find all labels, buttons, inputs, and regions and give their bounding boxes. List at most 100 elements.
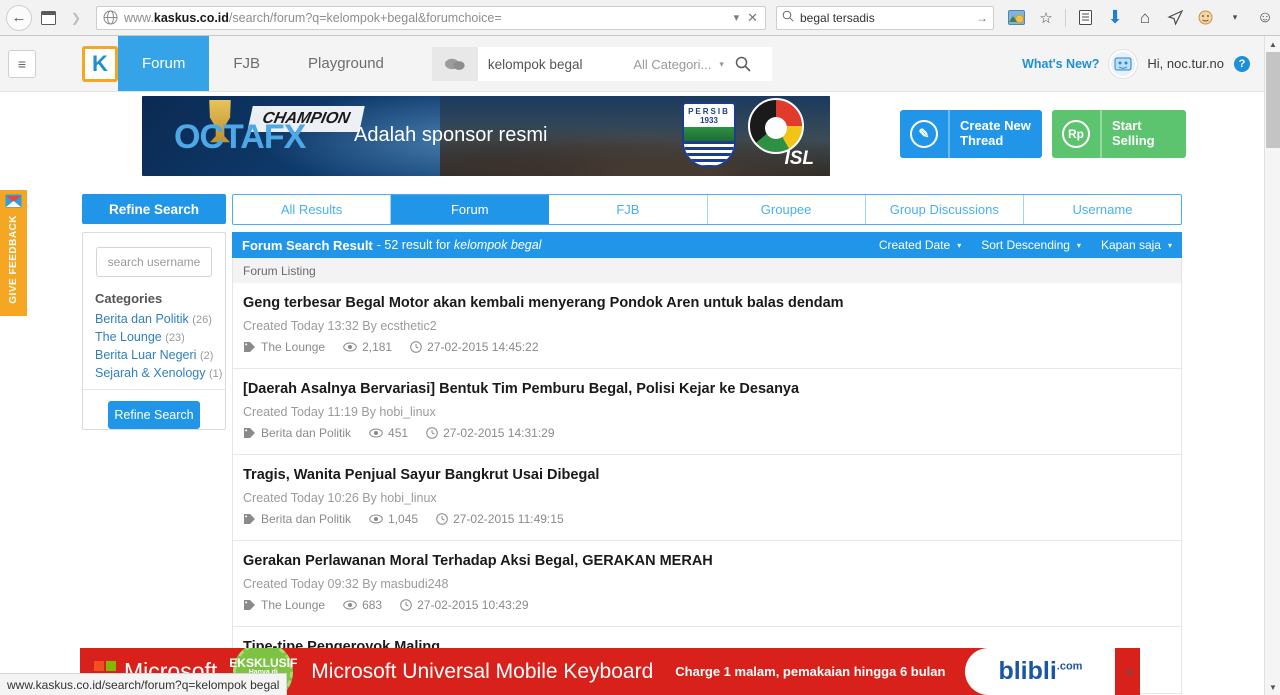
- star-icon[interactable]: ☆: [1032, 4, 1060, 32]
- category-count: (2): [199, 350, 214, 362]
- nav-tab-playground[interactable]: Playground: [284, 36, 408, 91]
- site-search-field[interactable]: kelompok begal All Categori... ▾: [477, 47, 772, 81]
- give-feedback-tab[interactable]: GIVE FEEDBACK: [0, 190, 27, 316]
- octafx-ad-banner[interactable]: CHAMPION PERSIB 1933 ISL OCTAFX Adalah s…: [142, 96, 830, 176]
- result-item[interactable]: Tragis, Wanita Penjual Sayur Bangkrut Us…: [232, 455, 1182, 541]
- result-item[interactable]: Geng terbesar Begal Motor akan kembali m…: [232, 283, 1182, 369]
- result-item[interactable]: Gerakan Perlawanan Moral Terhadap Aksi B…: [232, 541, 1182, 627]
- site-search[interactable]: kelompok begal All Categori... ▾: [431, 47, 772, 81]
- tag-icon: [243, 599, 256, 611]
- result-category[interactable]: Berita dan Politik: [243, 512, 351, 526]
- whats-new-link[interactable]: What's New?: [1022, 57, 1099, 71]
- category-label: The Lounge: [95, 330, 162, 344]
- clock-icon: [426, 427, 438, 439]
- forum-listing-label: Forum Listing: [232, 258, 1182, 283]
- result-title[interactable]: Tragis, Wanita Penjual Sayur Bangkrut Us…: [243, 467, 1171, 483]
- home-icon[interactable]: ⌂: [1131, 4, 1159, 32]
- site-search-category[interactable]: All Categori...: [633, 57, 711, 72]
- help-icon[interactable]: ?: [1234, 55, 1250, 72]
- browser-search-value: begal tersadis: [800, 10, 875, 25]
- result-meta: The Lounge 2,181 27-02-2015 14:45:22: [243, 340, 1171, 354]
- create-new-thread-button[interactable]: ✎ Create New Thread: [900, 110, 1042, 158]
- result-date-label: 27-02-2015 10:43:29: [417, 598, 529, 612]
- persib-crest: PERSIB 1933: [682, 102, 736, 168]
- stop-close-icon[interactable]: ✕: [747, 10, 758, 26]
- ad-collapse-button[interactable]: «: [1126, 663, 1134, 680]
- category-item-berita-dan-politik[interactable]: Berita dan Politik (26): [95, 312, 225, 326]
- scroll-down-arrow-icon[interactable]: ▼: [1265, 679, 1280, 695]
- categories-heading: Categories: [95, 291, 163, 306]
- refine-search-sidebar-button[interactable]: Refine Search: [108, 401, 200, 429]
- tab-group-discussions[interactable]: Group Discussions: [866, 195, 1024, 224]
- create-new-thread-label: Create New Thread: [960, 118, 1031, 149]
- smiley-icon[interactable]: ☺: [1251, 4, 1279, 32]
- tab-list-icon[interactable]: [36, 5, 60, 31]
- octafx-tagline: Adalah sponsor resmi: [354, 124, 548, 146]
- reading-list-icon[interactable]: [1071, 4, 1099, 32]
- photo-icon[interactable]: [1002, 4, 1030, 32]
- globe-icon: [103, 10, 119, 26]
- start-selling-button[interactable]: Rp Start Selling: [1052, 110, 1186, 158]
- tab-username[interactable]: Username: [1024, 195, 1181, 224]
- result-date: 27-02-2015 10:43:29: [400, 598, 529, 612]
- nav-tab-fjb[interactable]: FJB: [209, 36, 284, 91]
- browser-search-bar[interactable]: begal tersadis →: [776, 5, 994, 30]
- blibli-logo[interactable]: blibli.com: [965, 648, 1116, 695]
- chevron-down-icon: ▾: [1167, 240, 1172, 250]
- nav-tab-forum-label: Forum: [142, 55, 186, 72]
- result-meta: The Lounge 683 27-02-2015 10:43:29: [243, 598, 1171, 612]
- category-item-the-lounge[interactable]: The Lounge (23): [95, 330, 225, 344]
- result-category[interactable]: Berita dan Politik: [243, 426, 351, 440]
- result-views-count: 1,045: [388, 512, 419, 526]
- sort-time-range[interactable]: Kapan saja ▾: [1101, 238, 1172, 252]
- avatar[interactable]: [1109, 49, 1138, 78]
- result-category[interactable]: The Lounge: [243, 598, 325, 612]
- site-menu-icon[interactable]: ≡: [8, 50, 36, 78]
- category-item-berita-luar-negeri[interactable]: Berita Luar Negeri (2): [95, 348, 225, 362]
- result-title[interactable]: Geng terbesar Begal Motor akan kembali m…: [243, 295, 1171, 311]
- search-icon[interactable]: [724, 56, 762, 72]
- url-bar[interactable]: www.kaskus.co.id/search/forum?q=kelompok…: [96, 5, 766, 30]
- tab-forum[interactable]: Forum: [391, 195, 550, 224]
- octafx-logo: OCTAFX: [174, 118, 306, 157]
- kaskus-logo[interactable]: K: [82, 46, 118, 82]
- category-item-sejarah-xenology[interactable]: Sejarah & Xenology (1): [95, 366, 225, 380]
- search-go-icon[interactable]: →: [976, 11, 988, 25]
- tab-fjb[interactable]: FJB: [549, 195, 708, 224]
- result-category[interactable]: The Lounge: [243, 340, 325, 354]
- vertical-scrollbar[interactable]: ▲ ▼: [1264, 36, 1280, 695]
- back-arrow-icon[interactable]: ←: [6, 4, 32, 31]
- dropdown-caret-icon[interactable]: ▾: [1221, 4, 1249, 32]
- scrollbar-thumb[interactable]: [1266, 52, 1280, 148]
- refine-search-top-button[interactable]: Refine Search: [82, 194, 226, 224]
- sort-descending[interactable]: Sort Descending ▾: [981, 238, 1081, 252]
- blibli-com: .com: [1056, 660, 1083, 673]
- tab-groupee[interactable]: Groupee: [708, 195, 866, 224]
- download-icon[interactable]: ⬇: [1101, 4, 1129, 32]
- results-panel: Forum Search Result - 52 result for kelo…: [232, 232, 1182, 694]
- result-created: Created Today 13:32 By ecsthetic2: [243, 319, 437, 333]
- ad-subline: Charge 1 malam, pemakaian hingga 6 bulan: [675, 664, 946, 679]
- clock-icon: [410, 341, 422, 353]
- url-dropdown-icon[interactable]: ▾: [734, 11, 740, 24]
- persib-year: 1933: [700, 116, 718, 125]
- result-item[interactable]: [Daerah Asalnya Bervariasi] Bentuk Tim P…: [232, 369, 1182, 455]
- isl-text: ISL: [784, 148, 814, 169]
- adblock-icon[interactable]: [1191, 4, 1219, 32]
- result-date: 27-02-2015 14:31:29: [426, 426, 555, 440]
- scroll-up-arrow-icon[interactable]: ▲: [1265, 36, 1280, 52]
- user-greeting[interactable]: Hi, noc.tur.no: [1147, 56, 1224, 71]
- url-text: www.kaskus.co.id/search/forum?q=kelompok…: [124, 10, 502, 25]
- button-divider-2: [1100, 110, 1102, 158]
- result-title[interactable]: [Daerah Asalnya Bervariasi] Bentuk Tim P…: [243, 381, 1171, 397]
- tab-all-results[interactable]: All Results: [233, 195, 392, 224]
- result-views-count: 683: [362, 598, 383, 612]
- browser-toolbar: ← ❯ www.kaskus.co.id/search/forum?q=kelo…: [0, 0, 1280, 36]
- result-category-label: The Lounge: [261, 340, 326, 354]
- send-icon[interactable]: [1161, 4, 1189, 32]
- search-username-input[interactable]: search username: [96, 247, 212, 277]
- nav-tab-forum[interactable]: Forum: [118, 36, 210, 91]
- result-title[interactable]: Gerakan Perlawanan Moral Terhadap Aksi B…: [243, 553, 1171, 569]
- sort-created-date[interactable]: Created Date ▾: [879, 238, 961, 252]
- envelope-icon: [5, 194, 22, 211]
